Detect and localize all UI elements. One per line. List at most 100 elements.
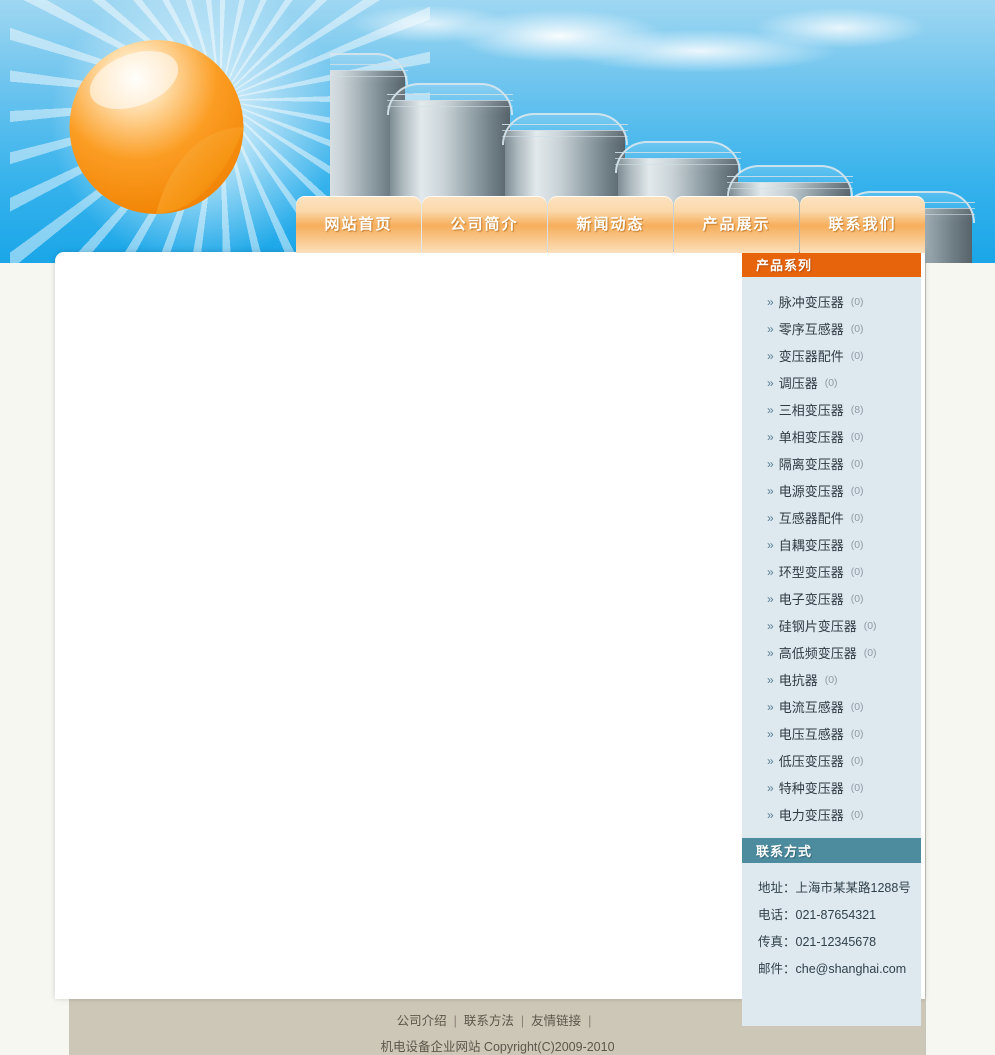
nav-item-about[interactable]: 公司简介 <box>422 196 547 253</box>
site-logo-icon <box>69 39 244 215</box>
double-chevron-icon: » <box>767 780 774 795</box>
sidebar-item-autotransformer[interactable]: » 自耦变压器 (0) <box>742 531 921 558</box>
double-chevron-icon: » <box>767 726 774 741</box>
sidebar-item-isolation-transformer[interactable]: » 隔离变压器 (0) <box>742 450 921 477</box>
nav-item-products[interactable]: 产品展示 <box>674 196 799 253</box>
sidebar-item-count: (0) <box>850 754 864 767</box>
contact-fax: 传真：021-12345678 <box>758 935 877 949</box>
nav-item-news[interactable]: 新闻动态 <box>548 196 673 253</box>
sidebar-item-count: (0) <box>850 592 864 605</box>
sidebar-item-count: (0) <box>850 430 864 443</box>
footer-link-about[interactable]: 公司介绍 <box>397 1014 447 1028</box>
contact-address: 地址：上海市某某路1288号 <box>758 881 911 895</box>
sidebar-item-label: 单相变压器 <box>778 430 844 445</box>
sidebar-item-pulse-transformer[interactable]: » 脉冲变压器 (0) <box>742 288 921 315</box>
sidebar-item-label: 调压器 <box>778 376 818 391</box>
sidebar-item-label: 互感器配件 <box>778 511 844 526</box>
sidebar-item-zero-sequence-ct[interactable]: » 零序互感器 (0) <box>742 315 921 342</box>
site-banner: 网站首页 公司简介 新闻动态 产品展示 联系我们 <box>0 0 995 263</box>
sidebar-item-silicon-steel-transformer[interactable]: » 硅钢片变压器 (0) <box>742 612 921 639</box>
nav-item-home[interactable]: 网站首页 <box>296 196 421 253</box>
sidebar: 产品系列 » 脉冲变压器 (0) » 零序互感器 (0) » 变压器配件 (0)… <box>742 252 921 1026</box>
double-chevron-icon: » <box>767 564 774 579</box>
double-chevron-icon: » <box>767 321 774 336</box>
sidebar-item-label: 零序互感器 <box>778 322 844 337</box>
double-chevron-icon: » <box>767 537 774 552</box>
sidebar-item-label: 脉冲变压器 <box>778 295 844 310</box>
footer-separator: | <box>588 1014 592 1028</box>
double-chevron-icon: » <box>767 618 774 633</box>
sidebar-item-count: (0) <box>850 565 864 578</box>
sidebar-item-voltage-transformer[interactable]: » 电压互感器 (0) <box>742 720 921 747</box>
sidebar-item-electronic-transformer[interactable]: » 电子变压器 (0) <box>742 585 921 612</box>
sidebar-item-count: (0) <box>850 457 864 470</box>
sidebar-contact-header: 联系方式 <box>742 838 921 863</box>
sidebar-item-power-transformer[interactable]: » 电力变压器 (0) <box>742 801 921 828</box>
footer-copyright: 机电设备企业网站 Copyright(C)2009-2010 <box>380 1040 615 1054</box>
sidebar-item-special-transformer[interactable]: » 特种变压器 (0) <box>742 774 921 801</box>
sidebar-item-count: (0) <box>824 376 838 389</box>
double-chevron-icon: » <box>767 294 774 309</box>
double-chevron-icon: » <box>767 591 774 606</box>
nav-label-products: 产品展示 <box>702 216 771 233</box>
sidebar-products-header: 产品系列 <box>742 252 921 277</box>
sidebar-filler <box>742 1001 921 1026</box>
double-chevron-icon: » <box>767 699 774 714</box>
sidebar-item-label: 低压变压器 <box>778 754 844 769</box>
sidebar-item-count: (0) <box>850 781 864 794</box>
sidebar-item-reactor[interactable]: » 电抗器 (0) <box>742 666 921 693</box>
nav-label-news: 新闻动态 <box>576 216 645 233</box>
sidebar-contact-block: 地址：上海市某某路1288号 电话：021-87654321 传真：021-12… <box>742 863 921 1001</box>
sidebar-item-label: 电抗器 <box>778 673 818 688</box>
double-chevron-icon: » <box>767 672 774 687</box>
footer-separator: | <box>453 1014 457 1028</box>
nav-item-contact[interactable]: 联系我们 <box>800 196 925 253</box>
sidebar-item-label: 硅钢片变压器 <box>778 619 857 634</box>
footer-separator: | <box>520 1014 525 1028</box>
double-chevron-icon: » <box>767 645 774 660</box>
double-chevron-icon: » <box>767 807 774 822</box>
sidebar-item-single-phase-transformer[interactable]: » 单相变压器 (0) <box>742 423 921 450</box>
nav-label-about: 公司简介 <box>450 216 519 233</box>
sidebar-item-transformer-parts[interactable]: » 变压器配件 (0) <box>742 342 921 369</box>
footer-link-friends[interactable]: 友情链接 <box>531 1014 581 1028</box>
sidebar-item-label: 自耦变压器 <box>778 538 844 553</box>
sidebar-item-label: 电流互感器 <box>778 700 844 715</box>
sidebar-item-voltage-regulator[interactable]: » 调压器 (0) <box>742 369 921 396</box>
footer-link-contact[interactable]: 联系方法 <box>464 1014 514 1028</box>
double-chevron-icon: » <box>767 348 774 363</box>
double-chevron-icon: » <box>767 429 774 444</box>
sidebar-item-count: (0) <box>850 700 864 713</box>
sidebar-item-label: 变压器配件 <box>778 349 844 364</box>
sidebar-item-toroidal-transformer[interactable]: » 环型变压器 (0) <box>742 558 921 585</box>
double-chevron-icon: » <box>767 402 774 417</box>
nav-label-home: 网站首页 <box>324 216 393 233</box>
sidebar-item-label: 环型变压器 <box>778 565 844 580</box>
main-navigation[interactable]: 网站首页 公司简介 新闻动态 产品展示 联系我们 <box>296 196 926 253</box>
sidebar-item-label: 隔离变压器 <box>778 457 844 472</box>
sidebar-item-ct-parts[interactable]: » 互感器配件 (0) <box>742 504 921 531</box>
sidebar-item-count: (0) <box>824 673 838 686</box>
page-root: 网站首页 公司简介 新闻动态 产品展示 联系我们 Search <box>0 0 995 1055</box>
sidebar-item-count: (0) <box>850 538 864 551</box>
sidebar-item-three-phase-transformer[interactable]: » 三相变压器 (8) <box>742 396 921 423</box>
sidebar-item-count: (0) <box>850 484 864 497</box>
sidebar-item-high-low-frequency-transformer[interactable]: » 高低频变压器 (0) <box>742 639 921 666</box>
page-edge-right <box>925 263 995 1055</box>
nav-label-contact: 联系我们 <box>828 216 897 233</box>
sidebar-item-count: (0) <box>850 727 864 740</box>
sidebar-item-low-voltage-transformer[interactable]: » 低压变压器 (0) <box>742 747 921 774</box>
sidebar-item-count: (0) <box>850 295 864 308</box>
double-chevron-icon: » <box>767 753 774 768</box>
sidebar-item-label: 电压互感器 <box>778 727 844 742</box>
sidebar-item-label: 电源变压器 <box>778 484 844 499</box>
sidebar-item-power-supply-transformer[interactable]: » 电源变压器 (0) <box>742 477 921 504</box>
sidebar-products-list: » 脉冲变压器 (0) » 零序互感器 (0) » 变压器配件 (0) » 调压… <box>742 277 921 838</box>
sidebar-item-label: 高低频变压器 <box>778 646 857 661</box>
sidebar-item-label: 电力变压器 <box>778 808 844 823</box>
double-chevron-icon: » <box>767 483 774 498</box>
sidebar-item-count: (0) <box>863 646 877 659</box>
double-chevron-icon: » <box>767 375 774 390</box>
sidebar-item-current-transformer[interactable]: » 电流互感器 (0) <box>742 693 921 720</box>
sidebar-item-count: (0) <box>850 349 864 362</box>
